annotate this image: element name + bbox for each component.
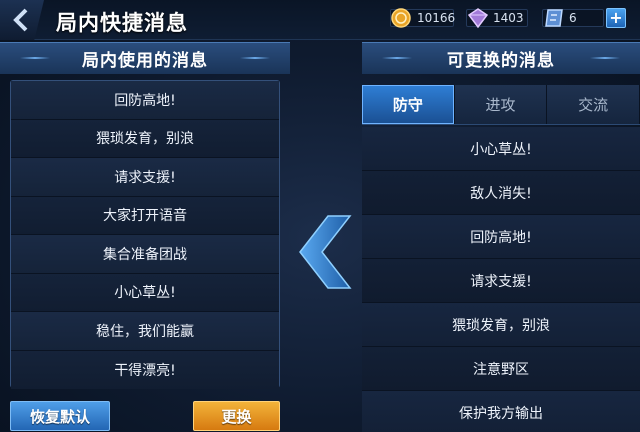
in-game-message-list: 回防高地! 猥琐发育，别浪 请求支援! 大家打开语音 集合准备团战 小心草丛! … bbox=[10, 80, 280, 389]
back-button[interactable] bbox=[0, 0, 44, 40]
option-item[interactable]: 注意野区 bbox=[362, 347, 640, 391]
message-item[interactable]: 集合准备团战 bbox=[11, 235, 279, 274]
message-item[interactable]: 回防高地! bbox=[11, 81, 279, 120]
message-item[interactable]: 请求支援! bbox=[11, 158, 279, 197]
message-item[interactable]: 大家打开语音 bbox=[11, 196, 279, 235]
back-arrow-icon bbox=[13, 8, 28, 32]
option-item[interactable]: 猥琐发育，别浪 bbox=[362, 303, 640, 347]
tab-communication[interactable]: 交流 bbox=[547, 85, 640, 124]
recharge-button[interactable]: + bbox=[606, 8, 626, 28]
chevron-left-icon bbox=[299, 215, 352, 289]
replace-button[interactable]: 更换 bbox=[193, 401, 280, 431]
option-item[interactable]: 保护我方输出 bbox=[362, 391, 640, 432]
diamond-resource: 1403 bbox=[466, 7, 528, 29]
option-item[interactable]: 敌人消失! bbox=[362, 171, 640, 215]
right-panel-title: 可更换的消息 bbox=[362, 42, 640, 74]
diamond-amount: 1403 bbox=[493, 11, 524, 25]
page-title: 局内快捷消息 bbox=[56, 11, 188, 35]
tab-attack[interactable]: 进攻 bbox=[454, 85, 548, 124]
diamond-icon bbox=[467, 8, 489, 29]
voucher-amount: 6 bbox=[569, 11, 577, 25]
replaceable-message-list: 小心草丛! 敌人消失! 回防高地! 请求支援! 猥琐发育，别浪 注意野区 保护我… bbox=[362, 127, 640, 432]
voucher-icon bbox=[545, 9, 563, 27]
message-item[interactable]: 小心草丛! bbox=[11, 273, 279, 312]
category-tabs: 防守 进攻 交流 bbox=[362, 85, 640, 125]
message-item[interactable]: 稳住，我们能赢 bbox=[11, 312, 279, 351]
message-item[interactable]: 干得漂亮! bbox=[11, 350, 279, 389]
tab-defense[interactable]: 防守 bbox=[362, 85, 455, 124]
left-panel-title: 局内使用的消息 bbox=[0, 42, 290, 74]
option-item[interactable]: 请求支援! bbox=[362, 259, 640, 303]
voucher-resource: 6 bbox=[542, 7, 604, 29]
restore-default-button[interactable]: 恢复默认 bbox=[10, 401, 110, 431]
option-item[interactable]: 回防高地! bbox=[362, 215, 640, 259]
option-item[interactable]: 小心草丛! bbox=[362, 127, 640, 171]
top-bar: 局内快捷消息 10166 1403 6 + bbox=[0, 0, 640, 40]
message-item[interactable]: 猥琐发育，别浪 bbox=[11, 119, 279, 158]
gold-resource: 10166 bbox=[390, 7, 456, 29]
gold-amount: 10166 bbox=[417, 11, 456, 25]
gold-coin-icon bbox=[391, 8, 411, 28]
